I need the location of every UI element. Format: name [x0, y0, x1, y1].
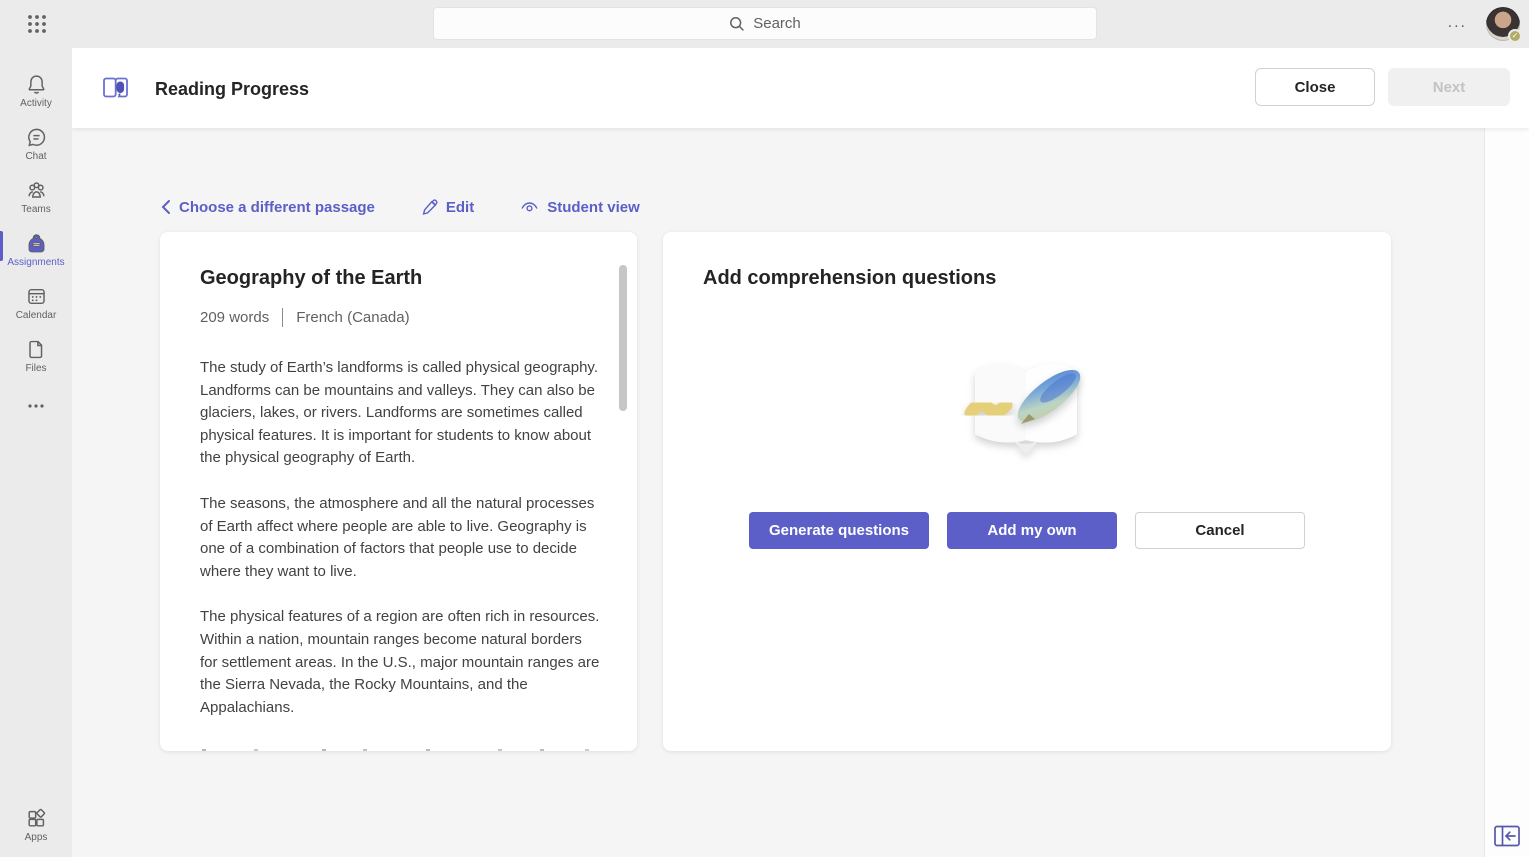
calendar-icon: [25, 285, 48, 308]
passage-paragraph: The physical features of a region are of…: [200, 606, 602, 719]
main-content: Choose a different passage Edit Student …: [72, 128, 1484, 857]
app-header: Reading Progress Close Next: [72, 48, 1529, 128]
sidebar-more-button[interactable]: [27, 382, 45, 428]
sidebar-item-label: Assignments: [7, 257, 64, 268]
pencil-icon: [421, 199, 438, 216]
passage-paragraph: The seasons, the atmosphere and all the …: [200, 493, 602, 583]
search-icon: [729, 16, 745, 32]
document-icon: [25, 338, 48, 361]
sidebar-item-chat[interactable]: Chat: [0, 117, 72, 170]
sidebar-item-label: Apps: [25, 832, 48, 843]
passage-paragraph: The study of Earth’s landforms is called…: [200, 357, 602, 470]
student-view-link[interactable]: Student view: [520, 199, 640, 216]
reading-progress-icon: [99, 72, 133, 106]
student-view-label: Student view: [547, 199, 640, 216]
teams-people-icon: [25, 179, 48, 202]
passage-meta: 209 words French (Canada): [200, 308, 597, 327]
sidebar-item-label: Activity: [20, 98, 52, 109]
eye-icon: [520, 200, 539, 214]
add-my-own-button[interactable]: Add my own: [947, 512, 1117, 549]
right-rail: [1484, 128, 1529, 857]
collapse-panel-icon: [1493, 824, 1521, 848]
passage-card: Geography of the Earth 209 words French …: [160, 232, 637, 751]
edit-label: Edit: [446, 199, 474, 216]
passage-toolbar: Choose a different passage Edit Student …: [160, 195, 1484, 219]
sidebar-item-label: Files: [25, 363, 46, 374]
bell-icon: [25, 73, 48, 96]
presence-badge: ✓: [1508, 29, 1522, 43]
search-input[interactable]: Search: [433, 7, 1097, 40]
app-sidebar: Activity Chat Teams Assignments: [0, 48, 72, 857]
next-button[interactable]: Next: [1388, 68, 1510, 106]
passage-scrollbar[interactable]: [619, 265, 627, 411]
choose-different-passage-label: Choose a different passage: [179, 199, 375, 216]
collapse-panel-button[interactable]: [1492, 823, 1522, 849]
sidebar-item-apps[interactable]: Apps: [0, 798, 72, 851]
sidebar-item-label: Teams: [21, 204, 50, 215]
generate-questions-button[interactable]: Generate questions: [749, 512, 929, 549]
backpack-icon: [25, 232, 48, 255]
illustration-wrap: [703, 348, 1351, 470]
page-title: Reading Progress: [155, 79, 309, 100]
edit-link[interactable]: Edit: [421, 199, 474, 216]
topbar-more-button[interactable]: ...: [1448, 16, 1467, 30]
comprehension-questions-card: Add comprehension questions: [663, 232, 1391, 751]
avatar[interactable]: ✓: [1486, 7, 1520, 41]
cancel-button[interactable]: Cancel: [1135, 512, 1305, 549]
sidebar-item-label: Chat: [25, 151, 46, 162]
sidebar-item-calendar[interactable]: Calendar: [0, 276, 72, 329]
questions-actions: Generate questions Add my own Cancel: [703, 512, 1351, 549]
sidebar-item-label: Calendar: [16, 310, 57, 321]
clipped-text-line: [202, 748, 602, 751]
search-label: Search: [753, 15, 801, 32]
sidebar-item-teams[interactable]: Teams: [0, 170, 72, 223]
apps-icon: [25, 807, 48, 830]
questions-panel-title: Add comprehension questions: [703, 267, 1351, 290]
chevron-left-icon: [160, 199, 171, 215]
choose-different-passage-link[interactable]: Choose a different passage: [160, 199, 375, 216]
passage-language: French (Canada): [296, 309, 409, 326]
top-bar: Search ... ✓: [0, 0, 1529, 48]
waffle-menu-icon[interactable]: [26, 13, 48, 35]
passage-title: Geography of the Earth: [200, 267, 597, 290]
sidebar-item-activity[interactable]: Activity: [0, 64, 72, 117]
sidebar-item-assignments[interactable]: Assignments: [0, 223, 72, 276]
ellipsis-icon: [27, 403, 45, 409]
sidebar-item-files[interactable]: Files: [0, 329, 72, 382]
close-button[interactable]: Close: [1255, 68, 1375, 106]
chat-icon: [25, 126, 48, 149]
meta-divider: [282, 308, 283, 327]
passage-word-count: 209 words: [200, 309, 269, 326]
passage-text: The study of Earth’s landforms is called…: [200, 357, 597, 719]
book-and-quill-illustration: [957, 348, 1097, 470]
